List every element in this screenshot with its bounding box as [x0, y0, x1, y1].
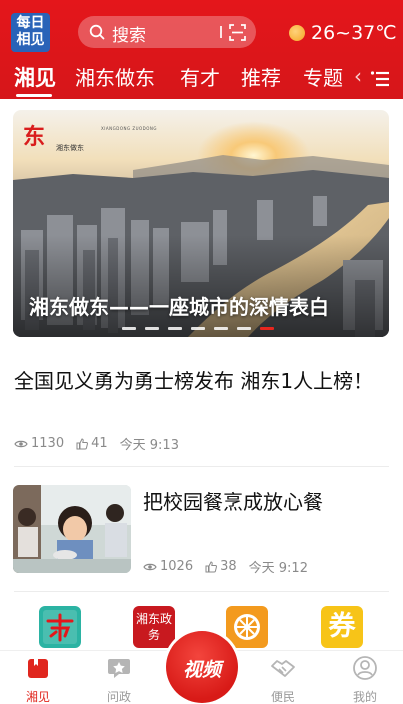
tab-overflow-indicator: ‹ [354, 64, 362, 88]
active-tab-underline [16, 94, 52, 97]
carousel-dot[interactable] [191, 327, 205, 330]
handshake-icon [271, 660, 295, 677]
weather-widget[interactable]: 26~37℃ [289, 20, 397, 46]
brand-mark: 东 [23, 124, 46, 150]
nav-label: 问政 [106, 690, 131, 704]
eye-icon [14, 440, 28, 447]
video-button-label: 视频 [182, 659, 221, 681]
star-chat-icon [108, 659, 130, 678]
view-count-value: 1026 [160, 559, 194, 574]
home-book-icon [28, 659, 48, 678]
search-icon [89, 24, 105, 40]
brand-subtitle: XIANGDONG ZUODONG [101, 126, 157, 131]
user-icon [353, 656, 377, 680]
brand-name: 湘东做东 [56, 144, 84, 152]
search-bar[interactable]: 搜索 [78, 16, 256, 48]
carousel-dot[interactable] [145, 327, 159, 330]
search-placeholder: 搜索 [112, 26, 146, 46]
quick-link-coupon[interactable]: 券 [321, 606, 363, 648]
news-item-thumbnail[interactable] [13, 485, 131, 573]
carousel-dot[interactable] [168, 327, 182, 330]
publish-time: 今天 9:13 [119, 438, 179, 453]
like-count: 38 [205, 559, 237, 574]
app-root: 每日 相见 搜索 26~37℃ 湘见 湘东做东 有才 推荐 专题 ‹ 东 湘东做… [0, 0, 403, 704]
xiangdong-gov-icon: 湘东政务 [135, 612, 172, 642]
sun-icon [289, 25, 305, 41]
view-count: 1026 [143, 559, 193, 574]
app-header: 每日 相见 搜索 26~37℃ 湘见 湘东做东 有才 推荐 专题 ‹ [0, 0, 403, 99]
video-center-button[interactable]: 视频 [166, 631, 238, 703]
weather-temperature: 26~37℃ [311, 22, 397, 44]
featured-banner[interactable]: 东 湘东做东 XIANGDONG ZUODONG 湘东做东——一座城市的深情表白 [13, 110, 389, 337]
tab-zhuanti[interactable]: 专题 [303, 62, 343, 91]
tab-tuijian[interactable]: 推荐 [241, 62, 281, 91]
orange-slice-icon [234, 614, 260, 640]
carousel-dot-active[interactable] [260, 327, 274, 330]
tab-youcai[interactable]: 有才 [180, 62, 220, 91]
carousel-dot[interactable] [237, 327, 251, 330]
like-count: 41 [76, 436, 108, 451]
nav-label: 便民 [270, 690, 295, 704]
app-logo[interactable]: 每日 相见 [11, 13, 50, 52]
banner-title: 湘东做东——一座城市的深情表白 [29, 295, 329, 319]
carousel-dot[interactable] [122, 327, 136, 330]
view-count: 1130 [14, 436, 64, 451]
news-item-title[interactable]: 把校园餐烹成放心餐 [143, 486, 323, 515]
divider [14, 466, 389, 467]
thumbs-up-icon [205, 560, 218, 572]
tab-xiangjian[interactable]: 湘见 [14, 62, 56, 92]
search-divider [220, 26, 222, 38]
news-item-meta: 1130 41 今天 9:13 [14, 434, 191, 453]
nav-label: 湘见 [25, 690, 50, 704]
thumbs-up-icon [76, 437, 89, 449]
quick-link-orange[interactable] [226, 606, 268, 648]
nav-item-home[interactable]: 湘见 [8, 651, 68, 704]
view-count-value: 1130 [31, 436, 65, 451]
divider [14, 591, 389, 592]
nav-label: 我的 [352, 690, 377, 704]
scan-icon[interactable] [229, 24, 246, 41]
news-item-title[interactable]: 全国见义勇为勇士榜发布 湘东1人上榜！ [14, 367, 374, 396]
eye-icon [143, 563, 157, 570]
nav-item-bianmin[interactable]: 便民 [253, 651, 313, 704]
quick-link-xiangdong[interactable] [39, 606, 81, 648]
thumbnail-image [13, 485, 131, 573]
logo-line2: 相见 [16, 32, 45, 48]
like-count-value: 41 [91, 436, 108, 451]
publish-time: 今天 9:12 [248, 561, 308, 576]
carousel-dot[interactable] [214, 327, 228, 330]
banner-brand: 东 湘东做东 XIANGDONG ZUODONG [23, 119, 156, 152]
menu-icon[interactable] [370, 70, 390, 88]
tab-xiangdong-zuodong[interactable]: 湘东做东 [75, 62, 155, 91]
nav-item-mine[interactable]: 我的 [335, 651, 395, 704]
coupon-icon: 券 [328, 611, 356, 642]
xiangdong-logo-icon [43, 610, 77, 644]
carousel-dots [122, 327, 283, 330]
quick-link-gov-affairs[interactable]: 湘东政务 [133, 606, 175, 648]
news-item-meta: 1026 38 今天 9:12 [143, 557, 320, 576]
channel-tabs: 湘见 湘东做东 有才 推荐 专题 ‹ [0, 62, 403, 97]
nav-item-wenzheng[interactable]: 问政 [89, 651, 149, 704]
like-count-value: 38 [220, 559, 237, 574]
logo-line1: 每日 [16, 15, 45, 31]
